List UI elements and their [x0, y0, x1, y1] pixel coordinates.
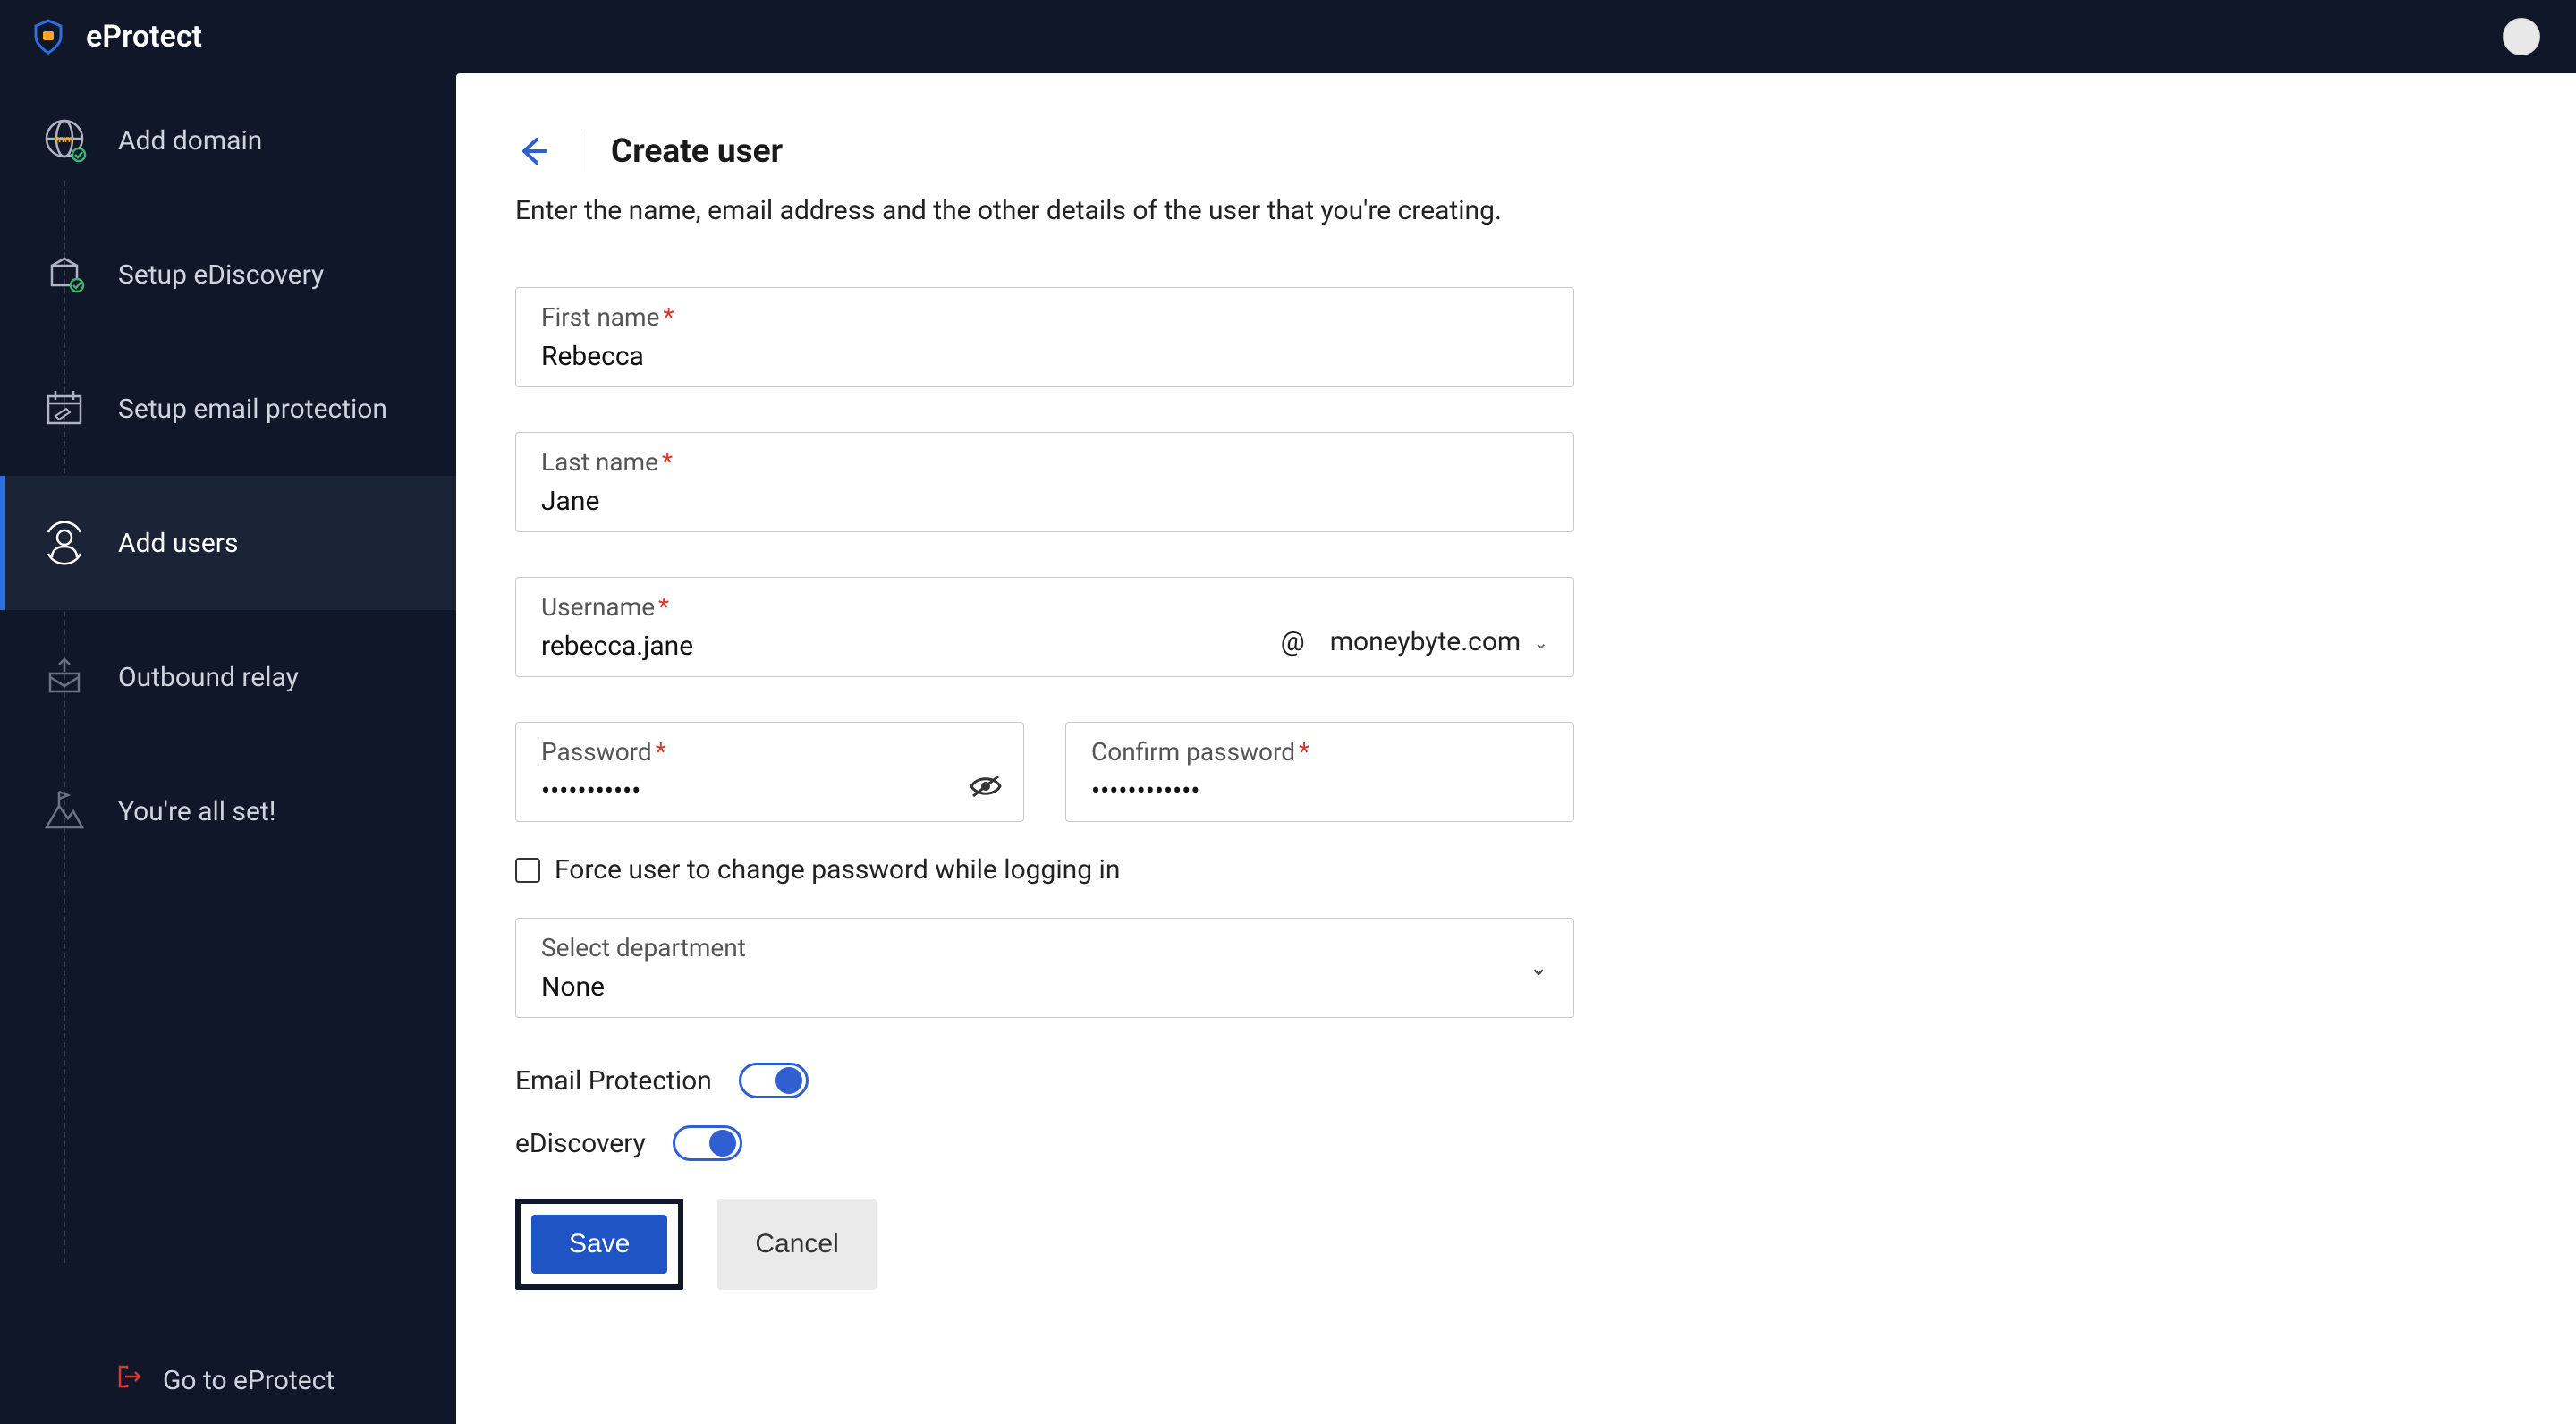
svg-text:WWW: WWW: [55, 136, 74, 144]
sidebar-item-label: Outbound relay: [118, 662, 299, 693]
last-name-label: Last name*: [541, 447, 1548, 477]
first-name-field[interactable]: First name*: [515, 287, 1574, 387]
force-change-checkbox[interactable]: [515, 858, 540, 883]
first-name-input[interactable]: [541, 341, 1548, 372]
back-button[interactable]: [515, 134, 549, 168]
sidebar-item-label: Setup eDiscovery: [118, 259, 324, 291]
box-check-icon: [36, 246, 93, 303]
sidebar-item-add-domain[interactable]: WWW Add domain: [0, 73, 456, 208]
chevron-down-icon: ⌄: [1529, 954, 1548, 981]
required-marker: *: [662, 447, 673, 477]
username-label: Username*: [541, 592, 1548, 622]
ediscovery-toggle-row: eDiscovery: [515, 1125, 2517, 1161]
sidebar: WWW Add domain Setup eDiscovery Setup em…: [0, 73, 456, 1424]
sidebar-item-setup-email-protection[interactable]: Setup email protection: [0, 342, 456, 476]
avatar[interactable]: [2503, 18, 2540, 55]
domain-value: moneybyte.com: [1330, 626, 1521, 657]
calendar-edit-icon: [36, 380, 93, 437]
main-panel: Create user Enter the name, email addres…: [456, 73, 2576, 1424]
force-change-row[interactable]: Force user to change password while logg…: [515, 854, 2517, 886]
email-protection-toggle[interactable]: [739, 1063, 809, 1098]
user-sync-icon: [36, 514, 93, 572]
sidebar-item-label: Add domain: [118, 125, 262, 157]
button-row: Save Cancel: [515, 1199, 2517, 1290]
save-button[interactable]: Save: [531, 1215, 667, 1274]
topbar: eProtect: [0, 0, 2576, 73]
sidebar-item-label: Add users: [118, 528, 238, 559]
page-subtitle: Enter the name, email address and the ot…: [515, 195, 2517, 226]
brand: eProtect: [29, 17, 202, 56]
password-field[interactable]: Password* •••••••••••: [515, 722, 1024, 822]
last-name-field[interactable]: Last name*: [515, 432, 1574, 532]
required-marker: *: [658, 592, 669, 622]
sidebar-item-label: You're all set!: [118, 796, 275, 827]
sidebar-item-outbound-relay[interactable]: Outbound relay: [0, 610, 456, 744]
brand-name: eProtect: [86, 19, 202, 55]
flag-mountain-icon: [36, 783, 93, 840]
ediscovery-label: eDiscovery: [515, 1128, 646, 1159]
confirm-password-field[interactable]: Confirm password* ••••••••••••: [1065, 722, 1574, 822]
required-marker: *: [656, 737, 666, 767]
sidebar-item-setup-ediscovery[interactable]: Setup eDiscovery: [0, 208, 456, 342]
globe-icon: WWW: [36, 112, 93, 169]
first-name-label: First name*: [541, 302, 1548, 332]
sidebar-item-label: Setup email protection: [118, 394, 387, 425]
outbound-icon: [36, 648, 93, 706]
domain-select[interactable]: moneybyte.com ⌄: [1330, 626, 1548, 657]
username-input[interactable]: [541, 631, 1256, 662]
sidebar-item-add-users[interactable]: Add users: [0, 476, 456, 610]
sidebar-footer-link[interactable]: Go to eProtect: [0, 1336, 456, 1424]
required-marker: *: [663, 302, 674, 332]
page-header: Create user: [515, 131, 2517, 172]
email-protection-toggle-row: Email Protection: [515, 1063, 2517, 1098]
username-field[interactable]: Username* @ moneybyte.com ⌄: [515, 577, 1574, 677]
department-value: None: [541, 971, 1548, 1003]
exit-icon: [116, 1363, 143, 1397]
page-title: Create user: [611, 132, 783, 171]
last-name-input[interactable]: [541, 486, 1548, 517]
at-symbol: @: [1281, 626, 1305, 657]
required-marker: *: [1299, 737, 1309, 767]
force-change-label: Force user to change password while logg…: [555, 854, 1120, 886]
password-label: Password*: [541, 737, 998, 767]
save-button-highlight: Save: [515, 1199, 683, 1290]
email-protection-label: Email Protection: [515, 1065, 712, 1097]
cancel-button[interactable]: Cancel: [717, 1199, 876, 1290]
brand-logo-icon: [29, 17, 68, 56]
sidebar-item-all-set[interactable]: You're all set!: [0, 744, 456, 878]
department-label: Select department: [541, 933, 1548, 962]
chevron-down-icon: ⌄: [1533, 631, 1548, 653]
confirm-password-label: Confirm password*: [1091, 737, 1548, 767]
confirm-password-input[interactable]: ••••••••••••: [1091, 776, 1548, 807]
sidebar-footer-label: Go to eProtect: [163, 1365, 335, 1396]
ediscovery-toggle[interactable]: [673, 1125, 742, 1161]
department-field[interactable]: Select department None ⌄: [515, 918, 1574, 1018]
eye-off-icon[interactable]: [968, 773, 1004, 803]
password-input[interactable]: •••••••••••: [541, 776, 998, 807]
